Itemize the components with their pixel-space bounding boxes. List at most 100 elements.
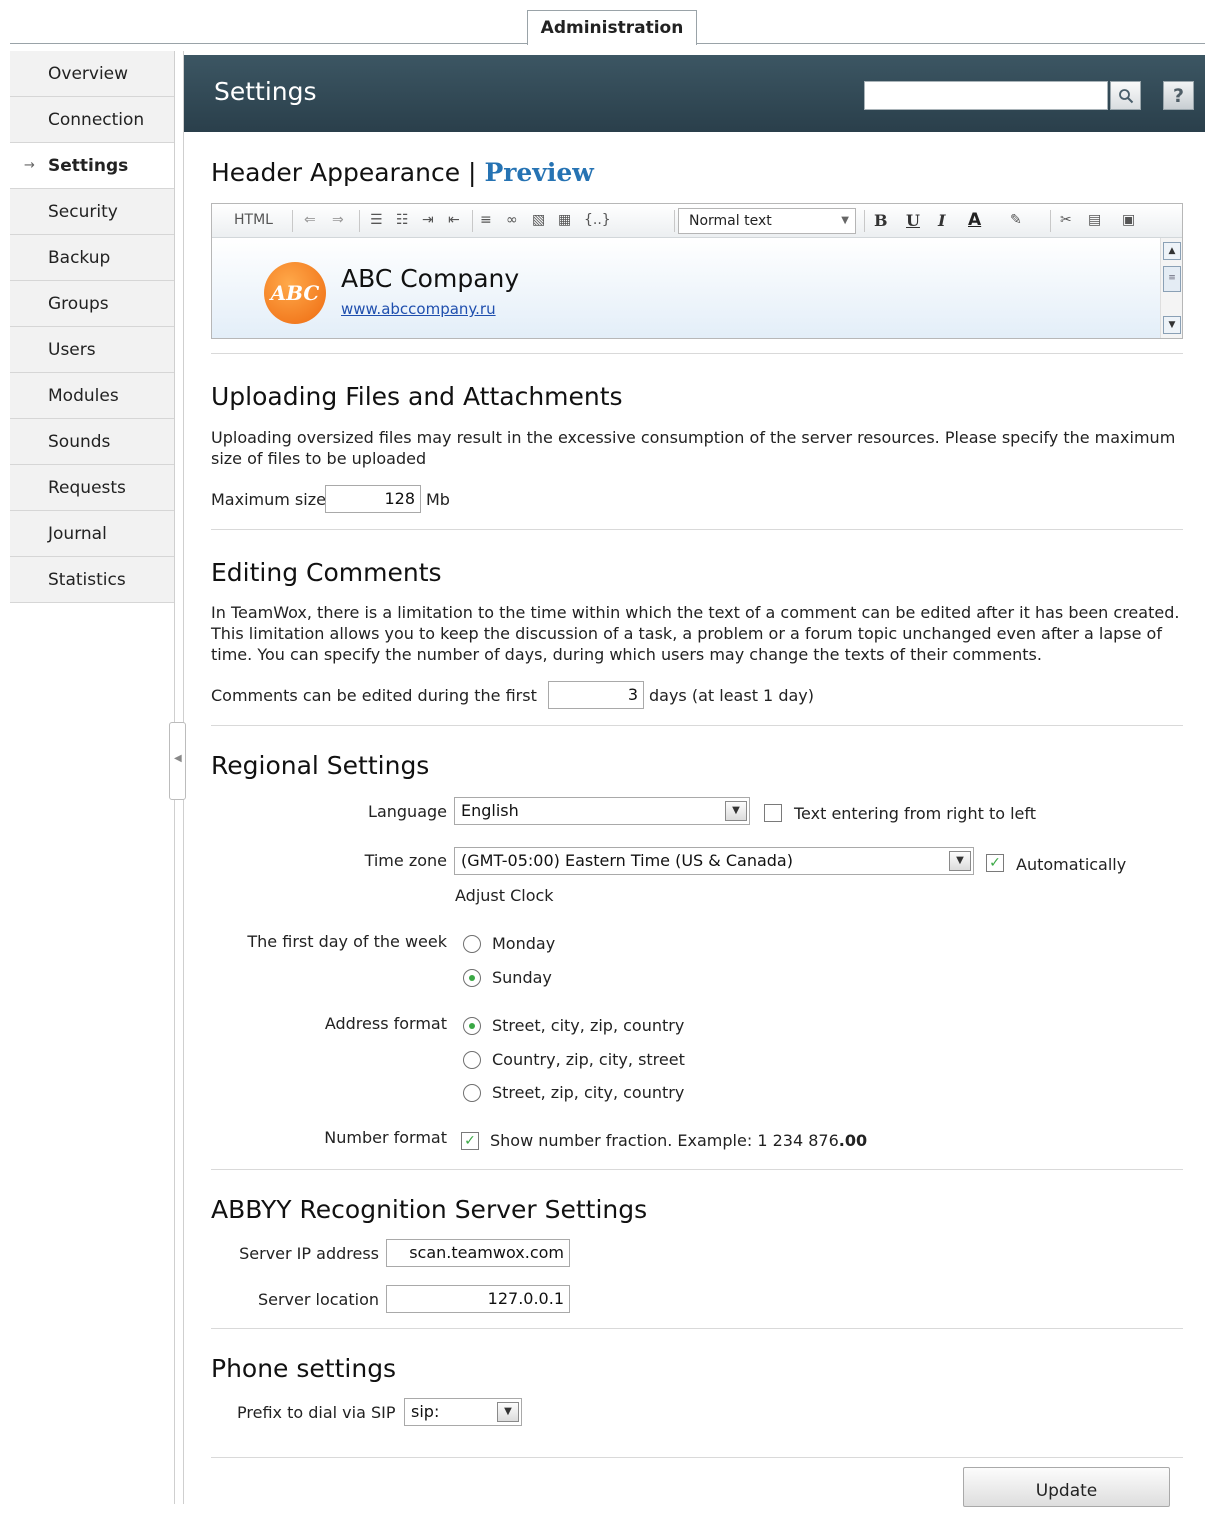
bold-button[interactable]: B xyxy=(874,211,888,230)
section-title-uploading: Uploading Files and Attachments xyxy=(211,382,623,411)
highlight-icon[interactable]: ✎ xyxy=(1010,212,1022,228)
section-title-editing-comments: Editing Comments xyxy=(211,558,442,587)
section-title-regional: Regional Settings xyxy=(211,751,430,780)
address-radio-3[interactable] xyxy=(463,1084,481,1102)
link-icon[interactable]: ∞ xyxy=(506,212,518,228)
chevron-down-icon: ▼ xyxy=(725,801,747,821)
redo-icon[interactable]: ⇒ xyxy=(332,212,344,228)
header-html-editor[interactable]: HTML ⇐ ⇒ ☰ ☷ ⇥ ⇤ ≡ ∞ ▧ ▦ {..} Normal tex… xyxy=(211,203,1183,339)
undo-icon[interactable]: ⇐ xyxy=(304,212,316,228)
settings-header: Settings ? xyxy=(184,55,1205,132)
server-ip-input[interactable]: scan.teamwox.com xyxy=(386,1239,570,1267)
scroll-down-icon[interactable]: ▼ xyxy=(1163,316,1181,334)
outdent-icon[interactable]: ⇤ xyxy=(448,212,460,228)
html-mode-button[interactable]: HTML xyxy=(234,212,273,228)
search-button[interactable] xyxy=(1110,81,1141,110)
sidebar-item-settings[interactable]: → Settings xyxy=(10,143,174,189)
sidebar-item-requests[interactable]: Requests xyxy=(10,465,174,511)
bulleted-list-icon[interactable]: ☰ xyxy=(370,212,383,228)
tab-administration[interactable]: Administration xyxy=(527,10,697,45)
sidebar-item-label: Groups xyxy=(48,294,109,314)
top-tab-bar: Administration xyxy=(0,0,1205,46)
edit-days-input[interactable]: 3 xyxy=(548,681,644,709)
scroll-up-icon[interactable]: ▲ xyxy=(1163,242,1181,260)
auto-timezone-label: Automatically xyxy=(1016,855,1127,874)
address-option-1: Street, city, zip, country xyxy=(492,1016,685,1035)
sidebar-item-backup[interactable]: Backup xyxy=(10,235,174,281)
sidebar-item-label: Statistics xyxy=(48,570,126,590)
help-button[interactable]: ? xyxy=(1163,81,1194,110)
sidebar-item-statistics[interactable]: Statistics xyxy=(10,557,174,603)
update-button[interactable]: Update xyxy=(963,1467,1170,1507)
sidebar-collapse-handle[interactable]: ◀ xyxy=(169,722,186,800)
italic-button[interactable]: I xyxy=(938,211,945,230)
auto-timezone-checkbox[interactable]: ✓ xyxy=(986,854,1004,872)
image-icon[interactable]: ▧ xyxy=(532,212,545,228)
chevron-down-icon: ▼ xyxy=(949,851,971,871)
editor-scrollbar[interactable]: ▲ ≡ ▼ xyxy=(1160,238,1182,338)
language-label: Language xyxy=(368,802,447,821)
server-location-label: Server location xyxy=(257,1290,379,1309)
toolbar-divider xyxy=(292,210,293,232)
save-icon[interactable]: ▣ xyxy=(1122,212,1135,228)
language-value: English xyxy=(461,801,519,820)
text-style-select[interactable]: Normal text ▼ xyxy=(678,208,856,234)
company-logo: ABC xyxy=(264,262,326,324)
underline-button[interactable]: U xyxy=(906,211,920,230)
address-radio-1[interactable] xyxy=(463,1017,481,1035)
editing-description: In TeamWox, there is a limitation to the… xyxy=(211,603,1180,664)
sidebar-item-modules[interactable]: Modules xyxy=(10,373,174,419)
number-fraction-text: Show number fraction. Example: 1 234 876 xyxy=(490,1131,839,1150)
company-name: ABC Company xyxy=(341,264,520,293)
sidebar-item-label: Security xyxy=(48,202,118,222)
sidebar-item-journal[interactable]: Journal xyxy=(10,511,174,557)
insert-line-icon[interactable]: ≡ xyxy=(480,212,492,228)
chevron-down-icon: ▼ xyxy=(497,1402,519,1422)
address-format-label: Address format xyxy=(324,1014,447,1033)
edit-days-suffix: days (at least 1 day) xyxy=(649,686,814,705)
sidebar: Overview Connection → Settings Security B… xyxy=(10,51,174,603)
number-fraction-checkbox[interactable]: ✓ xyxy=(461,1132,479,1150)
text-style-value: Normal text xyxy=(689,213,772,229)
address-option-2: Country, zip, city, street xyxy=(492,1050,685,1069)
address-radio-2[interactable] xyxy=(463,1051,481,1069)
table-icon[interactable]: ▦ xyxy=(558,212,571,228)
first-day-radio-sunday[interactable] xyxy=(463,969,481,987)
editor-body[interactable]: ABC ABC Company www.abccompany.ru xyxy=(212,238,1162,338)
paste-icon[interactable]: ▤ xyxy=(1088,212,1101,228)
first-day-option-monday: Monday xyxy=(492,934,556,953)
adjust-clock-label: Adjust Clock xyxy=(455,886,554,905)
toolbar-divider xyxy=(359,210,360,232)
current-arrow-icon: → xyxy=(24,158,35,173)
indent-icon[interactable]: ⇥ xyxy=(422,212,434,228)
scroll-thumb[interactable]: ≡ xyxy=(1163,266,1181,292)
section-title-phone: Phone settings xyxy=(211,1354,397,1383)
sidebar-item-label: Settings xyxy=(48,156,129,176)
max-size-unit: Mb xyxy=(426,490,450,509)
sidebar-item-users[interactable]: Users xyxy=(10,327,174,373)
preview-link[interactable]: Preview xyxy=(484,158,593,187)
font-color-button[interactable]: A xyxy=(968,210,981,230)
cut-icon[interactable]: ✂ xyxy=(1060,212,1072,228)
sidebar-item-label: Requests xyxy=(48,478,126,498)
server-location-input[interactable]: 127.0.0.1 xyxy=(386,1285,570,1313)
sip-prefix-select[interactable]: sip: ▼ xyxy=(404,1398,522,1426)
company-url-link[interactable]: www.abccompany.ru xyxy=(341,300,496,318)
timezone-value: (GMT-05:00) Eastern Time (US & Canada) xyxy=(461,851,793,870)
sidebar-item-security[interactable]: Security xyxy=(10,189,174,235)
code-icon[interactable]: {..} xyxy=(584,212,611,228)
address-option-3: Street, zip, city, country xyxy=(492,1083,685,1102)
sidebar-item-groups[interactable]: Groups xyxy=(10,281,174,327)
max-size-input[interactable]: 128 xyxy=(325,485,421,513)
first-day-radio-monday[interactable] xyxy=(463,935,481,953)
search-input[interactable] xyxy=(864,81,1108,110)
language-select[interactable]: English ▼ xyxy=(454,797,750,825)
page-title: Settings xyxy=(214,77,317,106)
numbered-list-icon[interactable]: ☷ xyxy=(396,212,409,228)
sidebar-item-connection[interactable]: Connection xyxy=(10,97,174,143)
sidebar-item-sounds[interactable]: Sounds xyxy=(10,419,174,465)
rtl-checkbox[interactable] xyxy=(764,804,782,822)
timezone-select[interactable]: (GMT-05:00) Eastern Time (US & Canada) ▼ xyxy=(454,847,974,875)
sidebar-item-overview[interactable]: Overview xyxy=(10,51,174,97)
sidebar-item-label: Journal xyxy=(48,524,107,544)
